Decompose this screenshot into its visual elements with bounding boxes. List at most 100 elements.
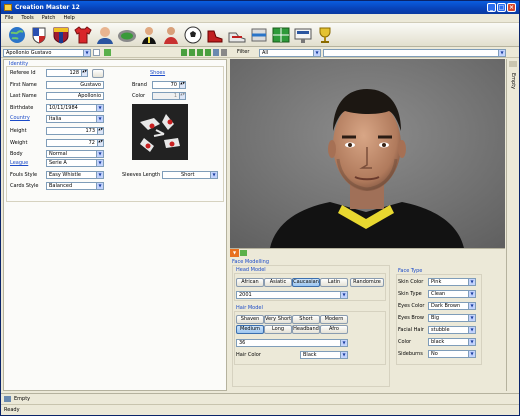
facial-hair-color-select[interactable]: black ▼: [428, 338, 476, 346]
pin-icon[interactable]: [509, 61, 517, 67]
spinner-icon[interactable]: ▲▼: [97, 140, 103, 146]
paste-icon[interactable]: [205, 49, 211, 56]
boot-icon[interactable]: [205, 25, 225, 45]
ethnic-asiatic-button[interactable]: Asiatic: [264, 278, 292, 287]
skin-color-select[interactable]: Pink ▼: [428, 278, 476, 286]
referee-icon[interactable]: [139, 25, 159, 45]
first-name-label: First Name: [10, 82, 37, 88]
hair-shaven-button[interactable]: Shaven: [236, 315, 264, 324]
shirt-icon[interactable]: [73, 25, 93, 45]
hair-very-short-button[interactable]: Very Short: [264, 315, 292, 324]
menu-tools[interactable]: Tools: [17, 14, 37, 23]
birthdate-picker[interactable]: 10/11/1984 ▼: [46, 104, 104, 112]
eyes-brow-select[interactable]: Big ▼: [428, 314, 476, 322]
shoes-link[interactable]: Shoes: [150, 70, 165, 77]
fouls-style-select[interactable]: Easy Whistle ▼: [46, 171, 104, 179]
hair-short-button[interactable]: Short: [292, 315, 320, 324]
user-add-icon[interactable]: [104, 49, 111, 56]
trophy-icon[interactable]: [315, 25, 335, 45]
chevron-down-icon: ▼: [340, 340, 347, 346]
menu-help[interactable]: Help: [59, 14, 78, 23]
country-select[interactable]: Italia ▼: [46, 115, 104, 123]
status-text: Ready: [4, 407, 20, 413]
first-name-field[interactable]: Gustavo: [46, 81, 104, 89]
sideburns-select[interactable]: No ▼: [428, 350, 476, 358]
secondary-filter-select[interactable]: ▼: [323, 49, 506, 57]
bottom-panel-bar[interactable]: Empty: [1, 393, 519, 404]
add-icon[interactable]: [93, 49, 100, 56]
shoe-icon[interactable]: [227, 25, 247, 45]
sleeves-length-select[interactable]: Short ▼: [162, 171, 218, 179]
hair-headband-button[interactable]: Headband: [292, 325, 320, 334]
brand-field[interactable]: 70 ▲▼: [152, 81, 186, 89]
menu-file[interactable]: File: [1, 14, 17, 23]
player-face-render: [230, 59, 505, 248]
copy-icon[interactable]: [197, 49, 203, 56]
face-3d-viewer[interactable]: [230, 59, 505, 248]
stadium-icon[interactable]: [117, 25, 137, 45]
hair-long-button[interactable]: Long: [264, 325, 292, 334]
facial-hair-label: Facial Hair: [398, 327, 424, 333]
ethnic-african-button[interactable]: African: [236, 278, 264, 287]
delete-icon[interactable]: [221, 49, 227, 56]
right-sidebar[interactable]: Empty: [506, 59, 519, 391]
ethnic-latin-button[interactable]: Latin: [320, 278, 348, 287]
randomize-button[interactable]: Randomize: [350, 278, 384, 287]
country-link[interactable]: Country: [10, 115, 30, 122]
menu-patch[interactable]: Patch: [38, 14, 60, 23]
shoe-color-field[interactable]: 1 ▲▼: [152, 92, 186, 100]
spinner-icon[interactable]: ▲▼: [81, 70, 87, 76]
scoreboard-icon[interactable]: [293, 25, 313, 45]
last-name-field[interactable]: Apollonio: [46, 92, 104, 100]
referee-id-button[interactable]: [92, 69, 104, 78]
app-icon: [4, 4, 12, 11]
filter-select[interactable]: All ▼: [259, 49, 321, 57]
cards-style-select[interactable]: Balanced ▼: [46, 182, 104, 190]
spinner-icon[interactable]: ▲▼: [97, 128, 103, 134]
spinner-icon[interactable]: ▲▼: [179, 82, 185, 88]
height-field[interactable]: 173 ▲▼: [46, 127, 104, 135]
hair-medium-button[interactable]: Medium: [236, 325, 264, 334]
shoe-preview-image: [132, 104, 188, 160]
league-select[interactable]: Serie A ▼: [46, 159, 104, 167]
facial-hair-select[interactable]: stubble ▼: [428, 326, 476, 334]
referee-id-label: Referee Id: [10, 70, 36, 76]
weight-field[interactable]: 72 ▲▼: [46, 139, 104, 147]
chevron-down-icon: ▼: [96, 116, 103, 122]
pin-icon[interactable]: [4, 396, 11, 402]
player-icon[interactable]: [95, 25, 115, 45]
league-link[interactable]: League: [10, 160, 28, 167]
skin-type-select[interactable]: Clean ▼: [428, 290, 476, 298]
eyes-color-select[interactable]: Dark Brown ▼: [428, 302, 476, 310]
birthdate-label: Birthdate: [10, 105, 34, 111]
save-icon[interactable]: [213, 49, 219, 56]
referee-id-field[interactable]: 128 ▲▼: [46, 69, 88, 77]
maximize-button[interactable]: □: [497, 3, 506, 12]
main-toolbar: [1, 23, 519, 47]
ethnic-caucasian-button[interactable]: Caucasian: [292, 278, 320, 287]
country-icon[interactable]: [29, 25, 49, 45]
status-bar: Ready: [1, 404, 519, 415]
trainer-icon[interactable]: [161, 25, 181, 45]
hair-afro-button[interactable]: Afro: [320, 325, 348, 334]
refresh-icon[interactable]: [240, 250, 247, 256]
player-select[interactable]: Apollonio Gustavo ▼: [3, 49, 91, 57]
club-icon[interactable]: [51, 25, 71, 45]
field-icon[interactable]: [271, 25, 291, 45]
export-icon[interactable]: [189, 49, 195, 56]
hair-modern-button[interactable]: Modern: [320, 315, 348, 324]
kit-icon[interactable]: [249, 25, 269, 45]
last-name-label: Last Name: [10, 93, 37, 99]
minimize-button[interactable]: _: [487, 3, 496, 12]
head-model-select[interactable]: 2001 ▼: [236, 291, 348, 299]
spinner-icon[interactable]: ▲▼: [179, 93, 185, 99]
import-icon[interactable]: [181, 49, 187, 56]
body-select[interactable]: Normal ▼: [46, 150, 104, 158]
hair-model-select[interactable]: 36 ▼: [236, 339, 348, 347]
collapse-icon[interactable]: ▼: [230, 249, 239, 257]
ball-icon[interactable]: [183, 25, 203, 45]
close-button[interactable]: ×: [507, 3, 516, 12]
hair-color-select[interactable]: Black ▼: [300, 351, 348, 359]
menu-bar: File Tools Patch Help: [1, 14, 519, 23]
globe-icon[interactable]: [7, 25, 27, 45]
